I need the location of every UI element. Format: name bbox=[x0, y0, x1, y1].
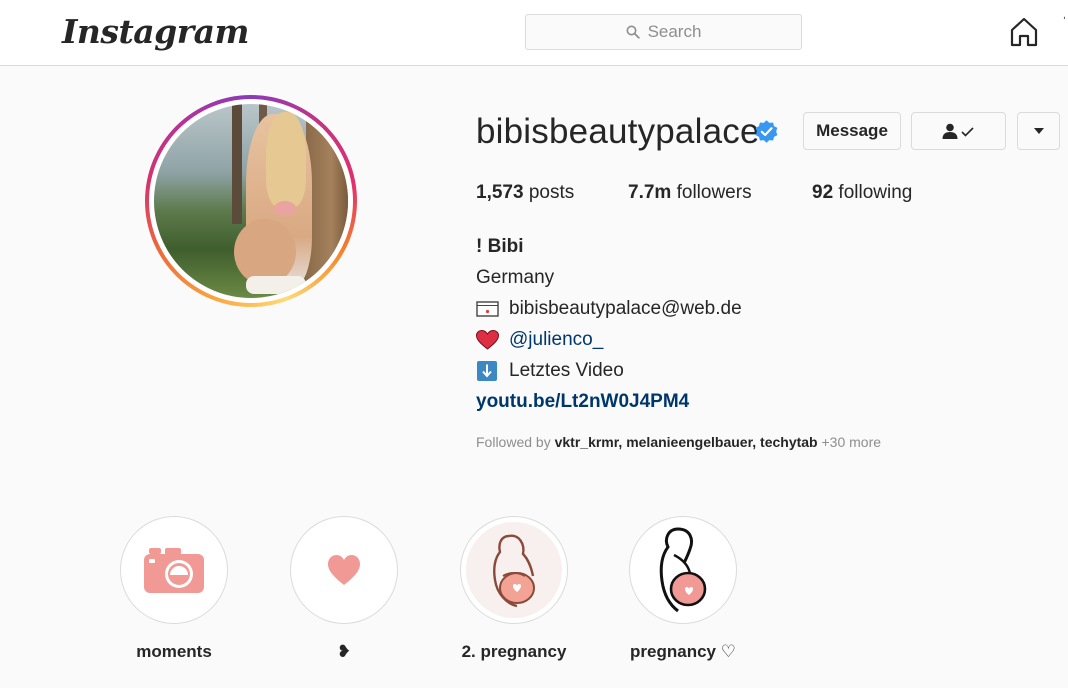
more-options-button[interactable] bbox=[1017, 112, 1060, 150]
pregnant-woman-icon bbox=[493, 534, 535, 608]
followed-by-text[interactable]: Followed by vktr_krmr, melanieengelbauer… bbox=[476, 434, 881, 450]
bio-display-name: ! Bibi bbox=[476, 236, 524, 257]
followed-by-prefix: Followed by bbox=[476, 434, 551, 450]
bio-video-text: Letztes Video bbox=[509, 360, 624, 381]
followers-stat[interactable]: 7.7m followers bbox=[628, 182, 752, 204]
posts-count: 1,573 bbox=[476, 182, 524, 203]
bio-external-link[interactable]: youtu.be/Lt2nW0J4PM4 bbox=[476, 391, 689, 413]
highlight-pregnancy-label: pregnancy ♡ bbox=[630, 642, 736, 661]
bio-mention-link[interactable]: @julienco_ bbox=[509, 329, 603, 351]
highlight-moments-label: moments bbox=[136, 642, 212, 661]
message-button[interactable]: Message bbox=[803, 112, 901, 150]
following-button[interactable] bbox=[911, 112, 1006, 150]
bio-email: bibisbeautypalace@web.de bbox=[509, 298, 742, 319]
posts-label: posts bbox=[528, 182, 575, 203]
camera-icon bbox=[144, 548, 204, 593]
person-check-icon bbox=[942, 123, 974, 139]
highlight-2-pregnancy[interactable] bbox=[460, 516, 568, 624]
bio-name-line: ! Bibi bbox=[476, 236, 524, 258]
bio-mention-line: @julienco_ bbox=[476, 329, 603, 351]
highlight-heart-label: ❥ bbox=[336, 642, 352, 661]
instagram-logo[interactable]: Instagram bbox=[62, 12, 249, 51]
top-nav-bar: Instagram Search ˈ bbox=[0, 0, 1068, 66]
posts-stat: 1,573 posts bbox=[476, 182, 574, 204]
highlight-pregnancy[interactable] bbox=[629, 516, 737, 624]
highlight-moments[interactable] bbox=[120, 516, 228, 624]
pregnant-silhouette-icon bbox=[659, 527, 707, 613]
search-placeholder: Search bbox=[647, 22, 702, 41]
profile-avatar bbox=[154, 104, 348, 298]
search-icon bbox=[626, 25, 640, 39]
following-stat[interactable]: 92 following bbox=[812, 182, 912, 204]
highlight-heart[interactable] bbox=[290, 516, 398, 624]
envelope-icon bbox=[476, 301, 499, 317]
profile-username: bibisbeautypalace bbox=[476, 112, 760, 151]
following-count: 92 bbox=[812, 182, 834, 203]
bio-video-line: Letztes Video bbox=[476, 360, 624, 382]
followed-by-more: +30 more bbox=[821, 434, 882, 450]
home-icon[interactable] bbox=[1008, 16, 1040, 48]
followed-by-names: vktr_krmr, melanieengelbauer, techytab bbox=[554, 434, 818, 450]
truncated-nav-icon[interactable]: ˈ bbox=[1062, 14, 1067, 30]
profile-avatar-story-ring[interactable] bbox=[145, 95, 357, 307]
highlight-2-pregnancy-label: 2. pregnancy bbox=[461, 642, 567, 661]
caret-down-icon bbox=[1033, 128, 1044, 134]
followers-count: 7.7m bbox=[628, 182, 672, 203]
bio-link-line: youtu.be/Lt2nW0J4PM4 bbox=[476, 391, 689, 413]
bio-location-line: Germany bbox=[476, 267, 554, 289]
followers-label: followers bbox=[676, 182, 752, 203]
verified-badge-icon bbox=[755, 120, 778, 143]
down-arrow-icon bbox=[477, 361, 497, 381]
bio-email-line: bibisbeautypalace@web.de bbox=[476, 298, 742, 320]
red-heart-icon bbox=[476, 330, 499, 350]
search-input[interactable]: Search bbox=[525, 14, 802, 50]
bio-location: Germany bbox=[476, 267, 555, 288]
heart-icon bbox=[328, 555, 360, 585]
following-label: following bbox=[838, 182, 913, 203]
